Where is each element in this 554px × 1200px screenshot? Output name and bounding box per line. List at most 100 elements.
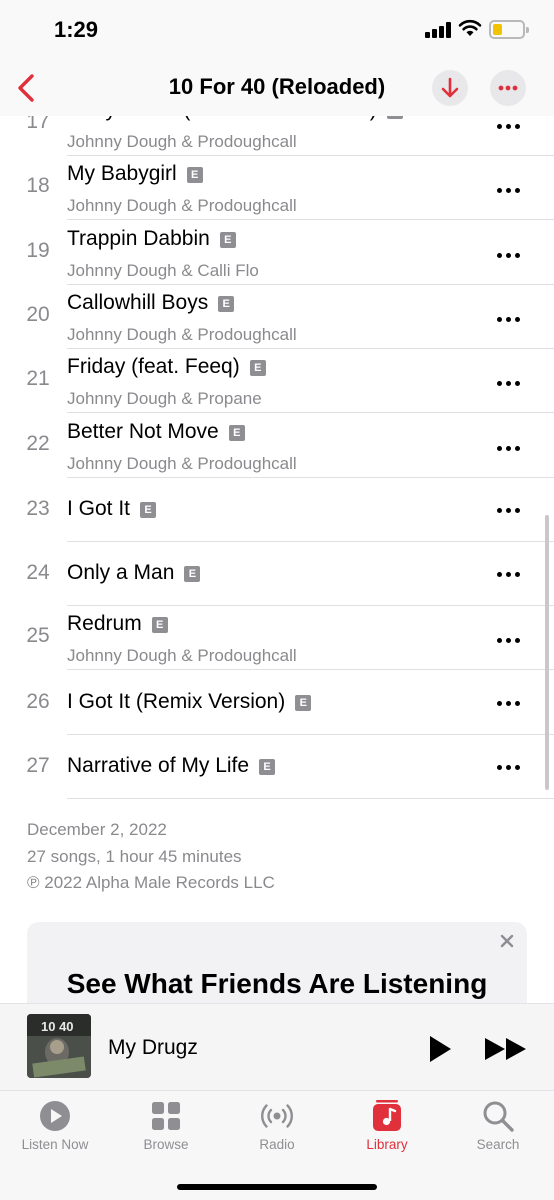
track-title-line: Only a Man E bbox=[67, 561, 201, 585]
explicit-badge: E bbox=[219, 231, 236, 248]
album-title: 10 For 40 (Reloaded) bbox=[168, 74, 386, 99]
tab-label: Library bbox=[366, 1137, 408, 1152]
more-options-button[interactable] bbox=[490, 70, 526, 106]
tab-library[interactable]: Library bbox=[332, 1091, 442, 1161]
track-title-line: My Babygirl E bbox=[67, 162, 203, 186]
track-title: Better Not Move bbox=[67, 419, 219, 443]
track-artist: Johnny Dough & Propane bbox=[67, 389, 262, 409]
album-info: December 2, 2022 27 songs, 1 hour 45 min… bbox=[27, 817, 275, 897]
home-indicator[interactable] bbox=[177, 1184, 377, 1190]
track-row[interactable]: 23 I Got It E bbox=[0, 478, 554, 542]
track-number: 26 bbox=[26, 689, 50, 713]
track-row[interactable]: 27 Narrative of My Life E bbox=[0, 735, 554, 799]
track-title: I Got It (Remix Version) bbox=[67, 689, 286, 713]
album-summary: 27 songs, 1 hour 45 minutes bbox=[27, 846, 242, 866]
navigation-bar: 10 For 40 (Reloaded) bbox=[0, 60, 554, 116]
track-title-line: Callowhill Boys E bbox=[67, 290, 235, 315]
track-number: 19 bbox=[26, 238, 50, 262]
tab-search[interactable]: Search bbox=[443, 1091, 553, 1161]
track-more-button[interactable] bbox=[494, 116, 524, 136]
play-icon[interactable] bbox=[427, 1034, 453, 1064]
track-number: 25 bbox=[26, 624, 50, 648]
track-more-button[interactable] bbox=[494, 500, 524, 520]
track-title: I Got It bbox=[67, 496, 131, 520]
explicit-badge: E bbox=[140, 501, 157, 518]
copyright: ℗ 2022 Alpha Male Records LLC bbox=[27, 873, 275, 892]
track-row[interactable]: 21 Friday (feat. Feeq) E Johnny Dough & Pro… bbox=[0, 349, 554, 414]
track-more-button[interactable] bbox=[494, 630, 524, 650]
explicit-badge: E bbox=[228, 424, 245, 441]
track-title: Friday (feat. Feeq) bbox=[67, 355, 240, 379]
track-row[interactable]: 22 Better Not Move E Johnny Dough & Prodoug… bbox=[0, 414, 554, 478]
track-number: 20 bbox=[26, 302, 50, 326]
track-number: 23 bbox=[26, 496, 50, 520]
track-number: 24 bbox=[26, 561, 50, 585]
battery-icon bbox=[489, 20, 529, 39]
explicit-badge: E bbox=[259, 759, 276, 775]
track-more-button[interactable] bbox=[494, 438, 524, 458]
tab-label: Browse bbox=[143, 1137, 189, 1152]
track-row[interactable]: 19 Trappin Dabbin E Johnny Dough & Calli Fl… bbox=[0, 221, 554, 285]
mini-player[interactable]: 10 40 My Drugz bbox=[0, 1003, 554, 1090]
tab-label: Radio bbox=[259, 1137, 295, 1152]
track-row[interactable]: 20 Callowhill Boys E Johnny Dough & Prodoug… bbox=[0, 285, 554, 349]
track-number: 21 bbox=[26, 367, 50, 391]
grid-icon bbox=[152, 1102, 180, 1130]
track-row[interactable]: 26 I Got It (Remix Version) E bbox=[0, 671, 554, 735]
magnifier-icon bbox=[483, 1101, 514, 1132]
track-number: 22 bbox=[26, 431, 50, 455]
status-time: 1:29 bbox=[54, 17, 99, 42]
track-title-line: Better Not Move E bbox=[67, 420, 245, 444]
track-list: 17Party Tonite (feat. Ava Mercedes)EJohn… bbox=[0, 94, 554, 804]
track-title: Trappin Dabbin bbox=[67, 226, 210, 250]
explicit-badge: E bbox=[218, 295, 235, 312]
explicit-badge: E bbox=[186, 167, 203, 184]
track-artist: Johnny Dough & Prodoughcall bbox=[67, 453, 297, 473]
status-bar: 1:29 bbox=[0, 0, 554, 60]
wifi-icon bbox=[458, 19, 482, 36]
play-circle-icon bbox=[40, 1101, 70, 1131]
track-title-line: I Got It (Remix Version) E bbox=[67, 689, 312, 714]
track-title-line: Friday (feat. Feeq) E bbox=[67, 355, 266, 379]
track-more-button[interactable] bbox=[494, 180, 524, 200]
track-row[interactable]: 18 My Babygirl E Johnny Dough & Prodoughcal… bbox=[0, 156, 554, 221]
now-playing-artwork[interactable]: 10 40 bbox=[27, 1014, 91, 1078]
track-title: My Babygirl bbox=[67, 162, 177, 186]
tab-label: Listen Now bbox=[21, 1137, 89, 1152]
track-more-button[interactable] bbox=[494, 245, 524, 265]
download-arrow-icon bbox=[441, 77, 459, 98]
tab-label: Search bbox=[476, 1137, 520, 1152]
track-number: 27 bbox=[26, 754, 50, 777]
scroll-indicator[interactable] bbox=[545, 515, 549, 790]
track-more-button[interactable] bbox=[494, 309, 524, 329]
track-more-button[interactable] bbox=[494, 757, 524, 777]
track-artist: Johnny Dough & Prodoughcall bbox=[67, 324, 297, 344]
tab-radio[interactable]: Radio bbox=[222, 1091, 332, 1161]
track-artist: Johnny Dough & Calli Flo bbox=[67, 260, 259, 280]
artwork-text: 10 40 bbox=[41, 1019, 74, 1034]
track-title: Callowhill Boys bbox=[67, 290, 209, 314]
release-date: December 2, 2022 bbox=[27, 820, 167, 839]
close-icon[interactable] bbox=[499, 933, 515, 949]
tab-browse[interactable]: Browse bbox=[111, 1091, 221, 1161]
radio-waves-icon bbox=[261, 1104, 293, 1128]
explicit-badge: E bbox=[184, 566, 201, 583]
fast-forward-icon[interactable] bbox=[484, 1036, 528, 1062]
explicit-badge: E bbox=[295, 694, 312, 711]
track-more-button[interactable] bbox=[494, 564, 524, 584]
track-title: Redrum bbox=[67, 612, 142, 636]
track-row[interactable]: 25 Redrum E Johnny Dough & Prodoughcall bbox=[0, 606, 554, 671]
track-number: 18 bbox=[26, 174, 50, 198]
tab-listen-now[interactable]: Listen Now bbox=[0, 1091, 110, 1161]
explicit-badge: E bbox=[151, 617, 168, 634]
track-row[interactable]: 24 Only a Man E bbox=[0, 542, 554, 607]
track-more-button[interactable] bbox=[494, 693, 524, 713]
track-more-button[interactable] bbox=[494, 373, 524, 393]
track-title-line: Narrative of My Life E bbox=[67, 754, 276, 778]
cellular-signal-icon bbox=[425, 22, 451, 38]
track-title: Only a Man bbox=[67, 561, 175, 585]
download-button[interactable] bbox=[432, 70, 468, 106]
track-title: Narrative of My Life bbox=[67, 754, 250, 777]
track-artist: Johnny Dough & Prodoughcall bbox=[67, 196, 297, 216]
row-divider bbox=[67, 798, 554, 799]
